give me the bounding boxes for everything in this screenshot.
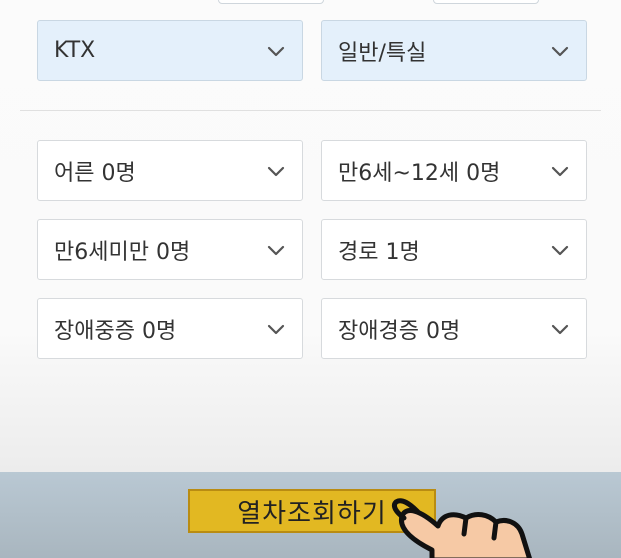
chevron-down-icon — [551, 166, 569, 177]
chevron-down-icon — [267, 46, 285, 57]
adult-count-value: 어른 0명 — [54, 160, 136, 186]
section-divider — [20, 110, 601, 111]
search-trains-label: 열차조회하기 — [237, 498, 387, 529]
seat-class-select[interactable]: 일반/특실 — [321, 20, 587, 81]
chevron-down-icon — [267, 245, 285, 256]
train-type-select[interactable]: KTX — [37, 20, 303, 81]
partial-field-top — [218, 0, 324, 4]
disabled-severe-count-select[interactable]: 장애중증 0명 — [37, 298, 303, 359]
disabled-mild-count-select[interactable]: 장애경증 0명 — [321, 298, 587, 359]
senior-count-select[interactable]: 경로 1명 — [321, 219, 587, 280]
train-type-value: KTX — [54, 38, 96, 63]
chevron-down-icon — [267, 324, 285, 335]
child-count-select[interactable]: 만6세~12세 0명 — [321, 140, 587, 201]
partial-field-top — [433, 0, 539, 4]
chevron-down-icon — [551, 245, 569, 256]
disabled-severe-count-value: 장애중증 0명 — [54, 318, 177, 344]
chevron-down-icon — [551, 46, 569, 57]
adult-count-select[interactable]: 어른 0명 — [37, 140, 303, 201]
chevron-down-icon — [551, 324, 569, 335]
chevron-down-icon — [267, 166, 285, 177]
infant-count-select[interactable]: 만6세미만 0명 — [37, 219, 303, 280]
disabled-mild-count-value: 장애경증 0명 — [338, 318, 461, 344]
pointing-hand-icon — [391, 498, 533, 558]
seat-class-value: 일반/특실 — [338, 40, 427, 66]
infant-count-value: 만6세미만 0명 — [54, 239, 191, 265]
child-count-value: 만6세~12세 0명 — [338, 160, 501, 186]
senior-count-value: 경로 1명 — [338, 239, 420, 265]
